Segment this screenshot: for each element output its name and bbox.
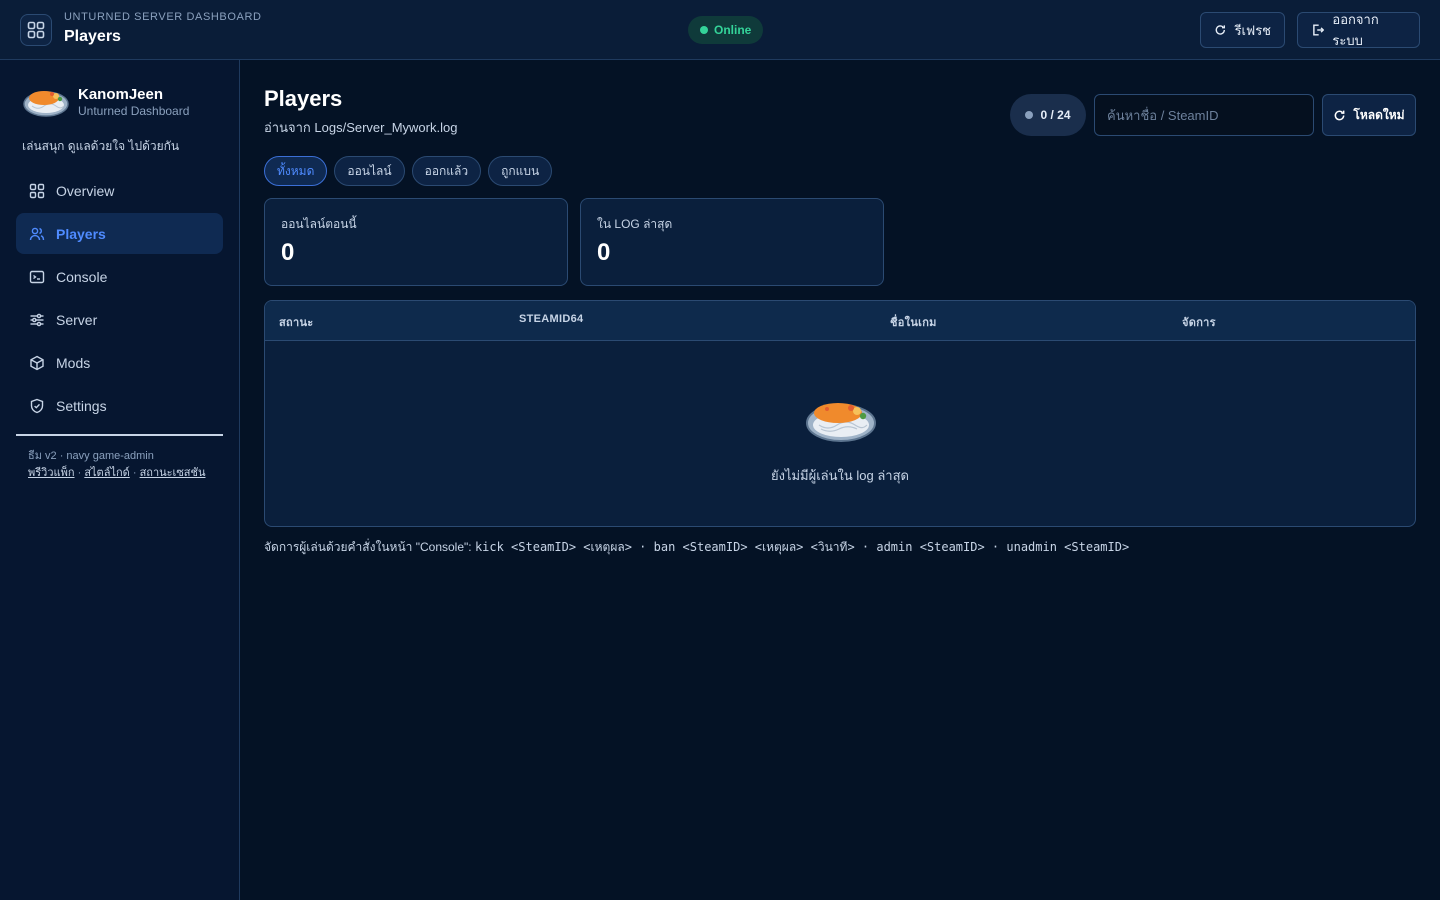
- logout-icon: [1313, 24, 1325, 36]
- sidebar-item-label: Mods: [56, 354, 91, 371]
- column-status[interactable]: สถานะ: [279, 313, 313, 331]
- brand-subtitle: Unturned Dashboard: [78, 104, 190, 118]
- page-subtitle: อ่านจาก Logs/Server_Mywork.log: [264, 120, 458, 135]
- sliders-icon: [30, 313, 44, 326]
- player-count-badge: 0 / 24: [1010, 94, 1086, 136]
- sidebar-item-server[interactable]: Server: [16, 299, 223, 340]
- status-badge: Online: [688, 16, 764, 44]
- tagline: เล่นสนุก ดูแลด้วยใจ ไปด้วยกัน: [22, 139, 180, 153]
- stat-card-online-now: ออนไลน์ตอนนี้ 0: [264, 198, 568, 286]
- sidebar-nav: Overview Players Console Server Mods Set…: [16, 170, 223, 428]
- stat-card-in-log: ใน LOG ล่าสุด 0: [580, 198, 884, 286]
- page-title: Players: [264, 86, 343, 111]
- players-table: สถานะ STEAMID64 ชื่อในเกม จัดการ ยังไม่ม…: [264, 300, 1416, 527]
- reload-button[interactable]: โหลดใหม่: [1322, 94, 1416, 136]
- brand-name: KanomJeen: [78, 86, 164, 103]
- sidebar-divider: [16, 434, 223, 436]
- shield-icon: [30, 398, 44, 413]
- theme-version: ธีม v2 · navy game-admin: [28, 450, 154, 462]
- link-session-status[interactable]: สถานะเซสชัน: [140, 467, 206, 479]
- sidebar-item-label: Overview: [56, 182, 115, 199]
- refresh-icon: [1215, 25, 1225, 35]
- link-preview-pack[interactable]: พรีวิวแพ็ก: [28, 467, 75, 479]
- command-help: จัดการผู้เล่นด้วยคำสั่งในหน้า "Console":…: [264, 538, 1129, 557]
- help-prefix: จัดการผู้เล่นด้วยคำสั่งในหน้า "Console":: [264, 540, 475, 554]
- column-ingame-name[interactable]: ชื่อในเกม: [890, 313, 937, 331]
- sidebar-item-players[interactable]: Players: [16, 213, 223, 254]
- table-header: สถานะ STEAMID64 ชื่อในเกม จัดการ: [265, 301, 1415, 341]
- sidebar-item-settings[interactable]: Settings: [16, 385, 223, 426]
- search-input[interactable]: [1094, 94, 1314, 136]
- app-kicker: UNTURNED SERVER DASHBOARD: [64, 11, 262, 23]
- logout-button[interactable]: ออกจากระบบ: [1297, 12, 1420, 48]
- tab-all[interactable]: ทั้งหมด: [264, 156, 328, 186]
- sidebar-item-mods[interactable]: Mods: [16, 342, 223, 383]
- users-icon: [29, 227, 45, 240]
- player-count: 0 / 24: [1040, 108, 1071, 122]
- sidebar-item-overview[interactable]: Overview: [16, 170, 223, 211]
- cube-icon: [30, 355, 44, 370]
- terminal-icon: [29, 270, 45, 283]
- count-dot-icon: [1025, 111, 1034, 119]
- column-steamid[interactable]: STEAMID64: [519, 313, 583, 325]
- top-bar: UNTURNED SERVER DASHBOARD Players Online…: [0, 0, 1440, 60]
- noodle-bowl-icon: [806, 403, 876, 442]
- kanomjeen-logo-icon: [23, 91, 69, 117]
- stat-label: ออนไลน์ตอนนี้: [281, 217, 357, 231]
- tab-left[interactable]: ออกแล้ว: [411, 156, 482, 186]
- sidebar-item-console[interactable]: Console: [16, 256, 223, 297]
- logout-label: ออกจากระบบ: [1332, 12, 1379, 48]
- sidebar-links: พรีวิวแพ็ก · สไตล์ไกด์ · สถานะเซสชัน: [28, 467, 206, 479]
- sidebar-item-label: Server: [56, 311, 98, 328]
- tab-online[interactable]: ออนไลน์: [334, 156, 405, 186]
- stat-label: ใน LOG ล่าสุด: [597, 217, 673, 231]
- sidebar-item-label: Console: [56, 268, 108, 285]
- status-label: Online: [714, 23, 752, 37]
- stat-value: 0: [597, 239, 611, 266]
- empty-state-text: ยังไม่มีผู้เล่นใน log ล่าสุด: [770, 468, 909, 483]
- filter-tabs: ทั้งหมด ออนไลน์ ออกแล้ว ถูกแบน: [264, 156, 553, 186]
- grid-icon: [20, 14, 52, 46]
- status-dot-icon: [700, 26, 708, 34]
- help-commands: kick <SteamID> <เหตุผล> · ban <SteamID> …: [474, 540, 1130, 554]
- refresh-label: รีเฟรช: [1234, 22, 1271, 38]
- sidebar: KanomJeen Unturned Dashboard เล่นสนุก ดู…: [0, 60, 240, 900]
- sidebar-item-label: Settings: [56, 397, 107, 414]
- grid-icon: [29, 183, 45, 198]
- reload-label: โหลดใหม่: [1353, 107, 1405, 122]
- refresh-button[interactable]: รีเฟรช: [1200, 12, 1285, 48]
- link-style-guide[interactable]: สไตล์ไกด์: [84, 467, 129, 479]
- column-actions: จัดการ: [1182, 317, 1216, 329]
- stat-value: 0: [281, 239, 295, 266]
- sidebar-item-label: Players: [56, 225, 106, 242]
- tab-banned[interactable]: ถูกแบน: [488, 156, 553, 186]
- refresh-icon: [1334, 110, 1345, 120]
- app-title: Players: [64, 28, 121, 45]
